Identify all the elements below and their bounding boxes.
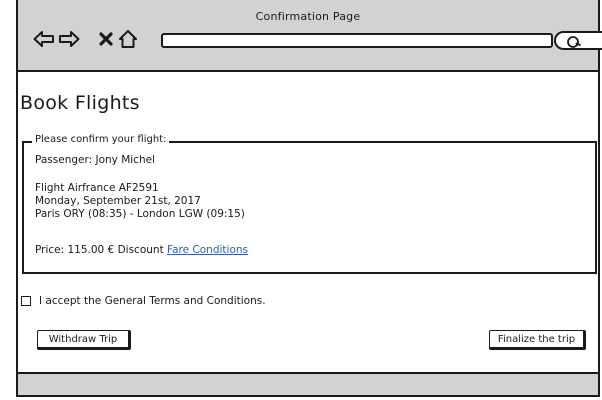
price-row: Price: 115.00 € Discount Fare Conditions <box>35 244 248 256</box>
terms-row: I accept the General Terms and Condition… <box>21 295 266 307</box>
flight-number-text: Flight Airfrance AF2591 <box>35 182 159 194</box>
page-title: Book Flights <box>20 92 140 114</box>
home-icon[interactable] <box>116 28 140 50</box>
passenger-text: Passenger: Jony Michel <box>35 154 155 166</box>
fare-conditions-link[interactable]: Fare Conditions <box>167 244 248 256</box>
window-title: Confirmation Page <box>255 10 361 23</box>
browser-toolbar: Confirmation Page <box>18 0 602 72</box>
address-bar[interactable] <box>161 33 553 48</box>
finalize-trip-button[interactable]: Finalize the trip <box>489 330 586 350</box>
search-icon <box>567 36 581 48</box>
forward-arrow-icon[interactable] <box>57 28 81 50</box>
close-x-icon[interactable] <box>94 28 118 50</box>
terms-checkbox[interactable] <box>21 296 31 306</box>
terms-label: I accept the General Terms and Condition… <box>39 295 266 307</box>
flight-route-text: Paris ORY (08:35) - London LGW (09:15) <box>35 208 245 220</box>
flight-date-text: Monday, September 21st, 2017 <box>35 195 201 207</box>
group-legend: Please confirm your flight: <box>32 134 170 145</box>
flight-confirmation-group: Please confirm your flight: Passenger: J… <box>22 134 597 274</box>
search-field[interactable] <box>554 31 602 50</box>
status-bar <box>18 372 598 395</box>
back-arrow-icon[interactable] <box>32 28 56 50</box>
withdraw-trip-button[interactable]: Withdraw Trip <box>37 330 131 350</box>
price-text: Price: 115.00 € Discount <box>35 244 164 256</box>
